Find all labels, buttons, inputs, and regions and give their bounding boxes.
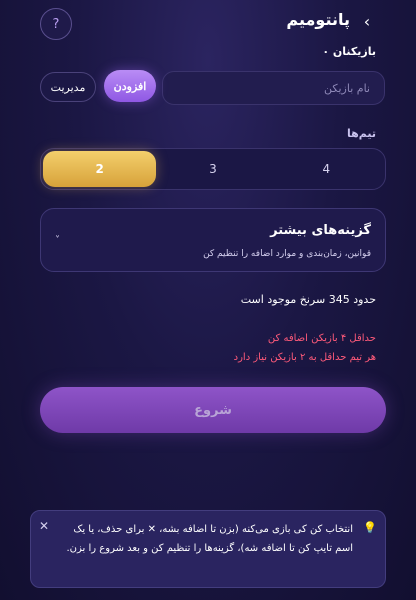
start-button[interactable]: شروع <box>40 387 386 433</box>
words-available-text: حدود 345 سرنخ موجود است <box>240 293 376 306</box>
teams-label: تیم‌ها <box>346 127 376 140</box>
team-count-selector: 2 3 4 <box>40 148 386 190</box>
hint-card: 💡 انتخاب کن کی بازی می‌کنه (بزن تا اضافه… <box>30 510 386 588</box>
manage-players-button[interactable]: مدیریت <box>40 72 96 102</box>
back-icon[interactable]: › <box>356 10 378 32</box>
help-icon[interactable]: ? <box>40 8 72 40</box>
player-name-input[interactable] <box>162 71 385 105</box>
lightbulb-icon: 💡 <box>363 521 377 534</box>
page-title: پانتومیم <box>286 10 350 29</box>
team-option-4[interactable]: 4 <box>270 151 383 187</box>
add-player-button[interactable]: افزودن <box>104 70 156 102</box>
more-options-card[interactable]: گزینه‌های بیشتر قوانین، زمان‌بندی و موار… <box>40 208 386 272</box>
close-icon[interactable]: ✕ <box>39 519 49 533</box>
hint-text: انتخاب کن کی بازی می‌کنه (بزن تا اضافه ب… <box>66 524 353 554</box>
team-option-2[interactable]: 2 <box>43 151 157 187</box>
chevron-down-icon: ˅ <box>55 235 60 246</box>
more-options-title: گزینه‌های بیشتر <box>270 223 371 238</box>
players-count: بازیکنان ۰ <box>322 45 376 58</box>
error-min-players: حداقل ۴ بازیکن اضافه کن <box>267 333 376 344</box>
more-options-subtitle: قوانین، زمان‌بندی و موارد اضافه را تنظیم… <box>203 249 371 259</box>
team-option-3[interactable]: 3 <box>156 151 269 187</box>
error-team-size: هر تیم حداقل به ۲ بازیکن نیاز دارد <box>233 352 376 363</box>
